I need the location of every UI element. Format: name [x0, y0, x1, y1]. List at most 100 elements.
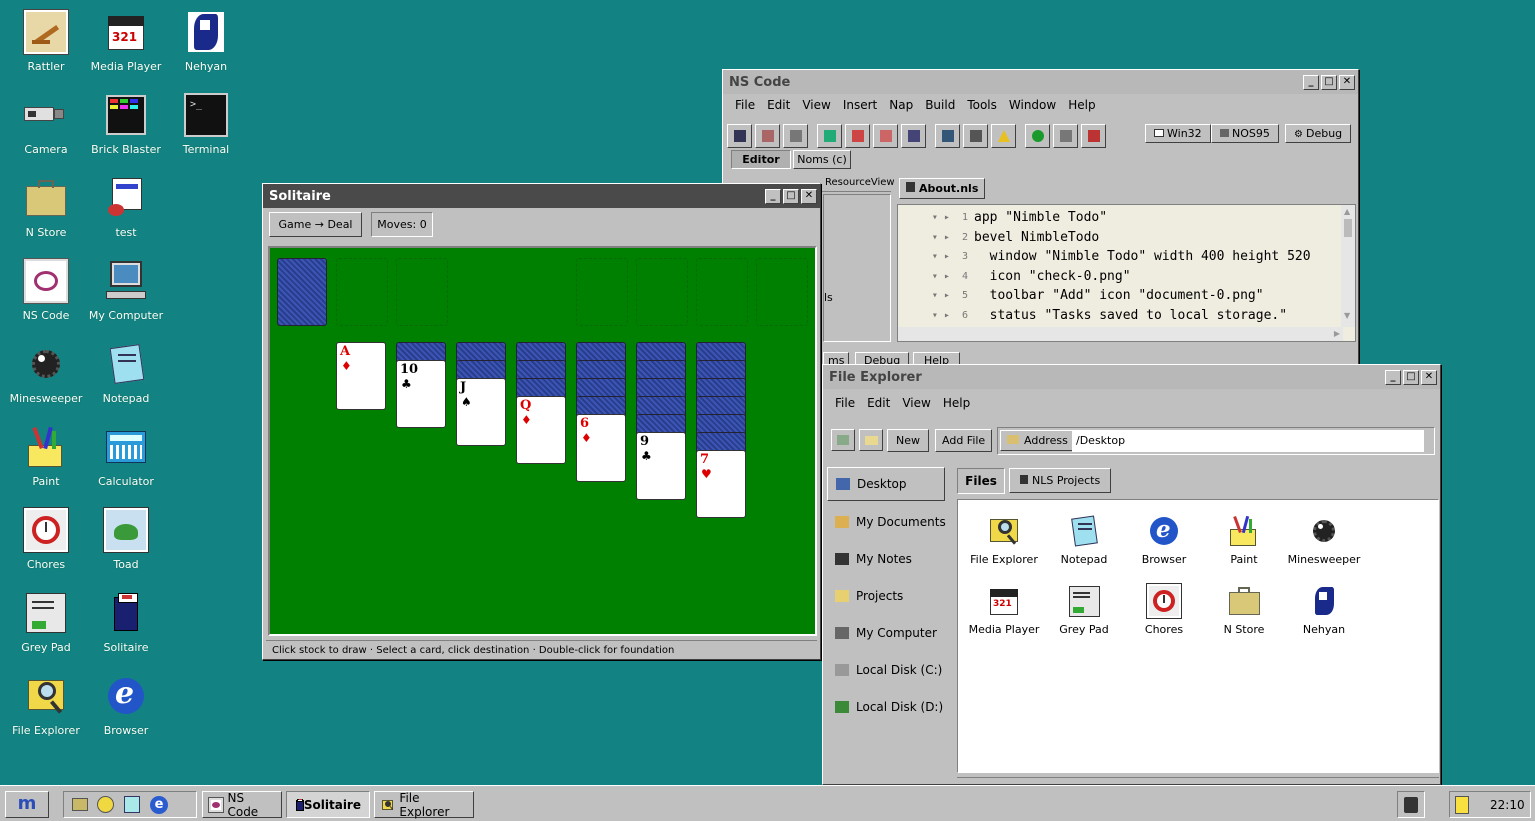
- menu-help[interactable]: Help: [1062, 98, 1101, 112]
- desktop-icon-test[interactable]: test: [80, 176, 172, 239]
- menu-edit[interactable]: Edit: [761, 98, 796, 112]
- hint-icon[interactable]: [1455, 796, 1469, 814]
- minimize-button[interactable]: _: [765, 188, 781, 204]
- menu-window[interactable]: Window: [1003, 98, 1062, 112]
- back-button[interactable]: [831, 429, 855, 451]
- desktop-icon-nehyan[interactable]: Nehyan: [160, 10, 252, 73]
- package-button[interactable]: [1053, 124, 1078, 148]
- file-item-grey-pad[interactable]: Grey Pad: [1044, 584, 1124, 636]
- menu-tools[interactable]: Tools: [961, 98, 1003, 112]
- page-button[interactable]: [963, 124, 988, 148]
- desktop-icon-paint[interactable]: Paint: [0, 425, 92, 488]
- task-button-ns-code[interactable]: NS Code: [202, 791, 282, 819]
- check-button[interactable]: [1025, 124, 1050, 148]
- desktop-icon-ns-code[interactable]: NS Code: [0, 258, 92, 322]
- sidebar-item-my-documents[interactable]: My Documents: [827, 503, 949, 540]
- desktop-icon-chores[interactable]: Chores: [0, 507, 92, 571]
- sidebar-item-desktop[interactable]: Desktop: [827, 467, 945, 501]
- menu-file[interactable]: File: [829, 396, 861, 410]
- sidebar-item-my-computer[interactable]: My Computer: [827, 614, 949, 651]
- scroll-up-icon[interactable]: ▲: [1344, 207, 1350, 216]
- playing-card[interactable]: 6 ♦: [576, 414, 626, 482]
- build-button[interactable]: [817, 124, 842, 148]
- close-button[interactable]: ✕: [1421, 369, 1437, 385]
- scroll-right-icon[interactable]: ▶: [1334, 329, 1340, 338]
- task-button-file-explorer[interactable]: File Explorer: [374, 791, 474, 819]
- minimize-button[interactable]: _: [1385, 369, 1401, 385]
- playing-card[interactable]: J ♠: [456, 378, 506, 446]
- menu-view[interactable]: View: [896, 396, 936, 410]
- playing-card[interactable]: 7 ♥: [696, 450, 746, 518]
- file-item-media-player[interactable]: 321 Media Player: [964, 584, 1044, 636]
- desktop-icon-grey-pad[interactable]: Grey Pad: [0, 591, 92, 654]
- file-item-paint[interactable]: Paint: [1204, 514, 1284, 566]
- file-explorer-titlebar[interactable]: File Explorer _ □ ✕: [823, 365, 1440, 389]
- code-text[interactable]: app "Nimble Todo" bevel NimbleTodo windo…: [974, 208, 1336, 325]
- debug-run-button[interactable]: [1081, 124, 1106, 148]
- file-tab-about[interactable]: About.nls: [899, 178, 986, 199]
- browser-quick-icon[interactable]: e: [150, 796, 168, 814]
- card-table[interactable]: A ♦ 10 ♣ J ♠ Q ♦ 6 ♦ 9 ♣ 7 ♥: [268, 246, 817, 636]
- waste-slot[interactable]: [336, 258, 388, 326]
- desktop-icon-rattler[interactable]: Rattler: [0, 9, 92, 73]
- file-item-nehyan[interactable]: Nehyan: [1284, 584, 1364, 636]
- tab-nls-projects[interactable]: NLS Projects: [1009, 468, 1112, 493]
- add-file-button[interactable]: Add File: [935, 429, 993, 452]
- code-area[interactable]: ▾ ▸ 1 ▾ ▸ 2 ▾ ▸ 3 ▾ ▸ 4 ▾ ▸ 5 ▾ ▸ 6 ▾ ▸ …: [897, 204, 1356, 342]
- desktop-icon-toad[interactable]: Toad: [80, 507, 172, 571]
- new-button[interactable]: New: [887, 429, 929, 452]
- target-nos95[interactable]: NOS95: [1211, 124, 1279, 143]
- sidebar-item-my-notes[interactable]: My Notes: [827, 540, 949, 577]
- close-button[interactable]: ✕: [801, 188, 817, 204]
- target-debug[interactable]: ⚙ Debug: [1285, 124, 1352, 143]
- menu-nap[interactable]: Nap: [883, 98, 919, 112]
- horizontal-scrollbar[interactable]: ▶: [898, 327, 1343, 341]
- desktop-icon-file-explorer[interactable]: File Explorer: [0, 674, 92, 737]
- tab-editor[interactable]: Editor: [731, 150, 791, 169]
- desktop-icon-browser[interactable]: e Browser: [80, 674, 172, 737]
- menu-help[interactable]: Help: [937, 396, 976, 410]
- menu-insert[interactable]: Insert: [837, 98, 883, 112]
- menu-build[interactable]: Build: [919, 98, 961, 112]
- file-item-chores[interactable]: Chores: [1124, 583, 1204, 636]
- scroll-down-icon[interactable]: ▼: [1344, 311, 1350, 320]
- desktop-icon-notepad[interactable]: Notepad: [80, 342, 172, 405]
- maximize-button[interactable]: □: [1321, 74, 1337, 90]
- print-button[interactable]: [783, 124, 808, 148]
- desktop-icon-calculator[interactable]: Calculator: [80, 425, 172, 488]
- vertical-scrollbar[interactable]: ▲ ▼: [1341, 205, 1355, 327]
- desktop-icon-terminal[interactable]: >_ Terminal: [160, 93, 252, 156]
- desktop-icon-media-player[interactable]: 321 Media Player: [80, 10, 172, 73]
- playing-card[interactable]: 9 ♣: [636, 432, 686, 500]
- menu-edit[interactable]: Edit: [861, 396, 896, 410]
- desktop-icon-minesweeper[interactable]: Minesweeper: [0, 342, 92, 405]
- menu-file[interactable]: File: [729, 98, 761, 112]
- desktop-icon-camera[interactable]: Camera: [0, 93, 92, 156]
- tab-resourceview[interactable]: ResourceView: [825, 177, 895, 188]
- task-button-solitaire[interactable]: Solitaire: [286, 791, 370, 818]
- copy-button[interactable]: [873, 124, 898, 148]
- maximize-button[interactable]: □: [783, 188, 799, 204]
- explorer-quick-icon[interactable]: [97, 796, 114, 813]
- sidebar-item-local-disk-d[interactable]: Local Disk (D:): [827, 688, 949, 725]
- sidebar-item-local-disk-c[interactable]: Local Disk (C:): [827, 651, 949, 688]
- playing-card[interactable]: A ♦: [336, 342, 386, 410]
- desktop-icon-brick-blaster[interactable]: Brick Blaster: [80, 93, 172, 156]
- file-item-file-explorer[interactable]: File Explorer: [964, 514, 1044, 566]
- scroll-thumb[interactable]: [1344, 219, 1352, 237]
- warning-button[interactable]: [991, 124, 1016, 148]
- file-item-browser[interactable]: e Browser: [1124, 514, 1204, 566]
- foundation-slot[interactable]: [636, 258, 688, 326]
- maximize-button[interactable]: □: [1403, 369, 1419, 385]
- start-button[interactable]: m: [5, 791, 49, 818]
- close-button[interactable]: ✕: [1339, 74, 1355, 90]
- target-win32[interactable]: Win32: [1145, 124, 1211, 143]
- store-quick-icon[interactable]: [72, 798, 88, 811]
- ns-code-titlebar[interactable]: NS Code _ □ ✕: [723, 70, 1358, 94]
- open-button[interactable]: [755, 124, 780, 148]
- playing-card[interactable]: Q ♦: [516, 396, 566, 464]
- foundation-slot[interactable]: [756, 258, 808, 326]
- paste-button[interactable]: [901, 124, 926, 148]
- foundation-slot[interactable]: [576, 258, 628, 326]
- up-button[interactable]: [859, 429, 883, 451]
